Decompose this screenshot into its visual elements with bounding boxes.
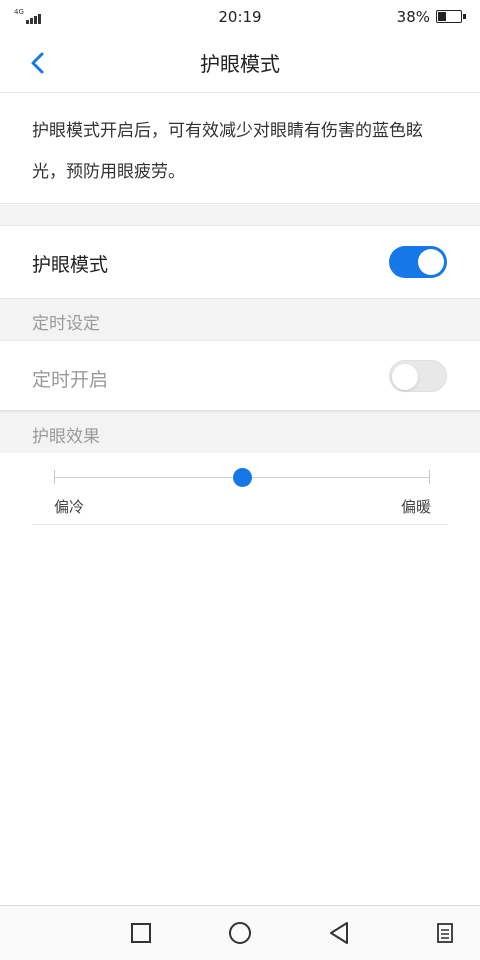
header-bar: 护眼模式 <box>0 34 480 92</box>
square-icon <box>131 923 151 943</box>
toggle-knob <box>418 249 444 275</box>
divider <box>32 524 448 525</box>
section-gap <box>0 205 480 225</box>
slider-tick-start <box>54 470 55 484</box>
eye-mode-label: 护眼模式 <box>32 254 109 276</box>
system-nav-bar <box>0 905 480 960</box>
effect-section-header: 护眼效果 <box>0 411 480 453</box>
color-temperature-slider: 偏冷 偏暖 <box>0 453 480 525</box>
status-bar: 4G 20:19 38% <box>0 0 480 34</box>
eye-mode-toggle[interactable] <box>389 246 447 278</box>
effect-section-title: 护眼效果 <box>32 427 100 447</box>
toggle-knob <box>392 364 418 390</box>
battery-percent: 38% <box>396 8 430 26</box>
back-triangle-icon <box>330 922 348 944</box>
menu-icon <box>437 923 453 943</box>
nav-back-button[interactable] <box>325 918 355 948</box>
page-title: 护眼模式 <box>200 52 280 76</box>
home-button[interactable] <box>225 918 255 948</box>
slider-tick-end <box>429 470 430 484</box>
slider-thumb[interactable] <box>233 468 252 487</box>
eye-mode-row: 护眼模式 <box>0 225 480 298</box>
menu-button[interactable] <box>430 918 460 948</box>
slider-max-label: 偏暖 <box>400 498 431 516</box>
timer-row: 定时开启 <box>0 340 480 411</box>
timer-toggle[interactable] <box>389 360 447 392</box>
description-text: 护眼模式开启后，可有效减少对眼睛有伤害的蓝色眩光，预防用眼疲劳。 <box>0 92 480 204</box>
battery-icon <box>436 10 466 23</box>
timer-label: 定时开启 <box>32 369 109 391</box>
home-circle-icon <box>229 922 251 944</box>
timer-section-header: 定时设定 <box>0 298 480 340</box>
recent-apps-button[interactable] <box>126 918 156 948</box>
slider-min-label: 偏冷 <box>54 498 85 516</box>
timer-section-title: 定时设定 <box>32 314 100 334</box>
